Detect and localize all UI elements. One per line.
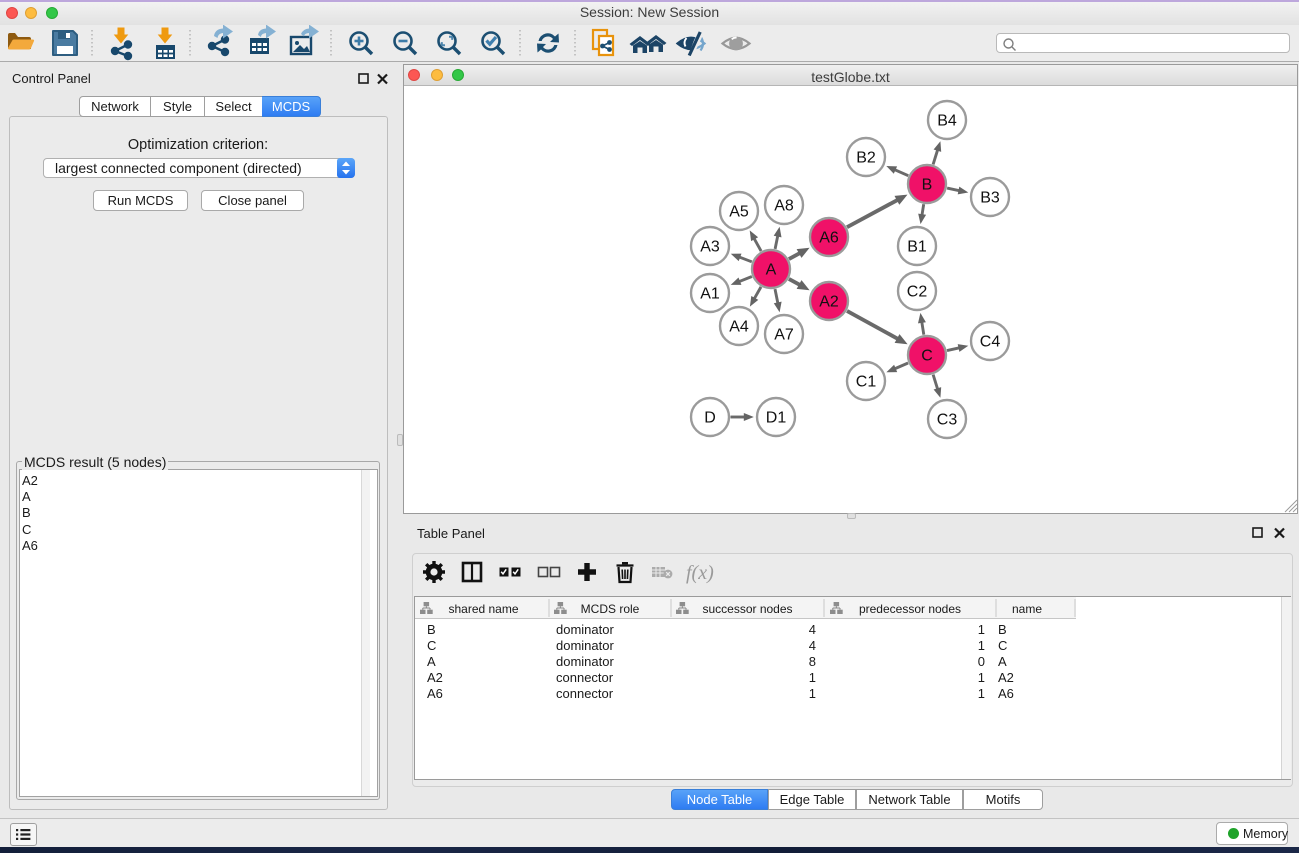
svg-text:A1: A1 xyxy=(700,286,720,303)
svg-text:C4: C4 xyxy=(980,334,1001,351)
svg-text:D: D xyxy=(704,410,716,427)
svg-text:C3: C3 xyxy=(937,412,958,429)
svg-text:B2: B2 xyxy=(856,150,876,167)
svg-text:B1: B1 xyxy=(907,239,927,256)
svg-text:B3: B3 xyxy=(980,190,1000,207)
svg-text:f(x): f(x) xyxy=(686,562,714,584)
svg-text:A4: A4 xyxy=(729,319,749,336)
svg-text:C2: C2 xyxy=(907,284,928,301)
svg-text:A: A xyxy=(766,262,777,279)
svg-text:D1: D1 xyxy=(766,410,787,427)
svg-text:A3: A3 xyxy=(700,239,720,256)
svg-text:A8: A8 xyxy=(774,198,794,215)
svg-text:A5: A5 xyxy=(729,204,749,221)
svg-text:B: B xyxy=(922,177,933,194)
svg-text:A2: A2 xyxy=(819,294,839,311)
svg-text:A7: A7 xyxy=(774,327,794,344)
svg-text:A6: A6 xyxy=(819,230,839,247)
svg-text:C: C xyxy=(921,348,933,365)
svg-text:C1: C1 xyxy=(856,374,877,391)
svg-text:B4: B4 xyxy=(937,113,957,130)
